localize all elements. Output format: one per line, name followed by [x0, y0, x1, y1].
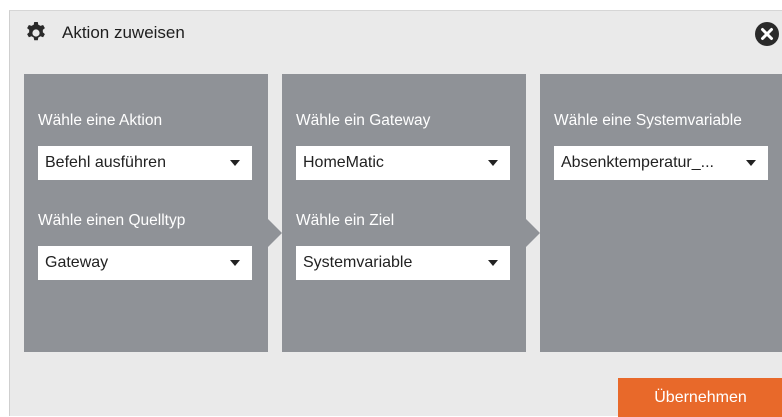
- action-panel: Wähle eine Aktion Befehl ausführen Wähle…: [24, 74, 268, 352]
- chevron-down-icon: [488, 260, 498, 266]
- target-select-value: Systemvariable: [303, 254, 413, 271]
- chevron-down-icon: [746, 160, 756, 166]
- apply-button[interactable]: Übernehmen: [618, 378, 782, 417]
- action-select-value: Befehl ausführen: [45, 154, 166, 171]
- gateway-select[interactable]: HomeMatic: [296, 146, 510, 180]
- system-variable-select[interactable]: Absenktemperatur_...: [554, 146, 768, 180]
- source-type-label: Wähle einen Quelltyp: [38, 212, 186, 229]
- system-variable-panel: Wähle eine Systemvariable Absenktemperat…: [540, 74, 782, 352]
- action-select[interactable]: Befehl ausführen: [38, 146, 252, 180]
- gateway-select-value: HomeMatic: [303, 154, 384, 171]
- source-type-select-value: Gateway: [45, 254, 109, 271]
- action-label: Wähle eine Aktion: [38, 112, 163, 129]
- step-arrow-icon: [526, 219, 540, 247]
- gateway-panel: Wähle ein Gateway HomeMatic Wähle ein Zi…: [282, 74, 526, 352]
- target-label: Wähle ein Ziel: [296, 212, 395, 229]
- source-type-select[interactable]: Gateway: [38, 246, 252, 280]
- gear-icon: [27, 22, 45, 41]
- chevron-down-icon: [230, 160, 240, 166]
- assign-action-dialog: Aktion zuweisen Wähle eine Aktion Befehl…: [9, 10, 782, 417]
- system-variable-label: Wähle eine Systemvariable: [554, 112, 742, 129]
- target-select[interactable]: Systemvariable: [296, 246, 510, 280]
- system-variable-select-value: Absenktemperatur_...: [561, 154, 714, 171]
- chevron-down-icon: [488, 160, 498, 166]
- dialog-header: Aktion zuweisen: [10, 11, 782, 55]
- gateway-label: Wähle ein Gateway: [296, 112, 431, 129]
- dialog-title: Aktion zuweisen: [62, 23, 185, 42]
- chevron-down-icon: [230, 260, 240, 266]
- close-icon[interactable]: [755, 22, 779, 46]
- step-arrow-icon: [268, 219, 282, 247]
